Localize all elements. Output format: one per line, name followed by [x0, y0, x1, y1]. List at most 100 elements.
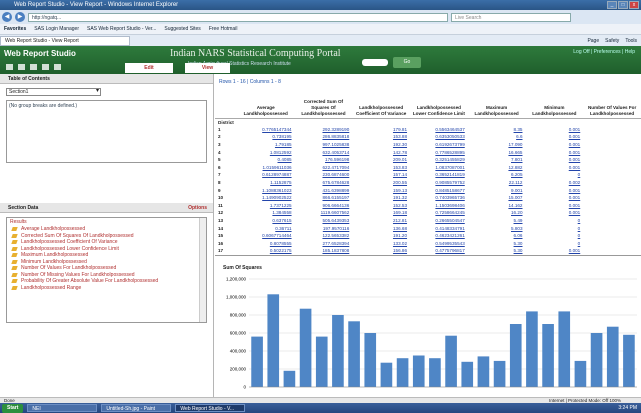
table-cell[interactable]: 1.0812592: [237, 148, 295, 156]
table-cell[interactable]: 1.1088361023: [237, 186, 295, 194]
bar-9[interactable]: [380, 362, 393, 387]
table-cell[interactable]: 0.7786528895: [410, 148, 468, 156]
table-cell[interactable]: 7.801: [468, 156, 526, 164]
bar-5[interactable]: [315, 336, 328, 387]
table-cell[interactable]: 0.001: [526, 247, 584, 255]
table-cell[interactable]: 0.001: [526, 148, 584, 156]
table-cell[interactable]: 0.001: [526, 141, 584, 149]
table-cell[interactable]: 0: [526, 171, 584, 179]
bar-4[interactable]: [299, 308, 312, 387]
taskbar-item[interactable]: Untitled-Sh.jpg - Paint: [101, 404, 172, 412]
table-cell[interactable]: 5.803: [468, 224, 526, 232]
column-header[interactable]: Landkholpossessed Lower Confidence Limit: [410, 90, 468, 119]
table-cell[interactable]: 122.5653382: [295, 232, 353, 240]
table-cell[interactable]: 0.3652141819: [410, 171, 468, 179]
column-header[interactable]: Minimum Landkholpossessed: [525, 90, 584, 119]
table-cell[interactable]: 0.001: [526, 133, 584, 141]
back-arrow-icon[interactable]: ◀: [2, 12, 12, 22]
table-cell[interactable]: 17.090: [468, 141, 526, 149]
table-cell[interactable]: 6.06: [468, 232, 526, 240]
forward-arrow-icon[interactable]: ▶: [15, 12, 25, 22]
bar-20[interactable]: [558, 311, 571, 387]
table-cell[interactable]: 176.596198: [295, 156, 353, 164]
table-cell[interactable]: 632.4053714: [295, 148, 353, 156]
table-cell[interactable]: 1.1503698406: [410, 202, 468, 210]
table-cell[interactable]: 0.001: [526, 126, 584, 134]
table-cell[interactable]: 906.6664136: [295, 202, 353, 210]
bar-2[interactable]: [267, 294, 280, 387]
table-cell[interactable]: 142.78: [352, 148, 410, 156]
bar-1[interactable]: [251, 336, 263, 387]
table-cell[interactable]: 1.384558: [237, 209, 295, 217]
table-cell[interactable]: 1.1490902522: [237, 194, 295, 202]
table-cell[interactable]: 156.86: [352, 247, 410, 255]
table-cell[interactable]: 179.81: [352, 126, 410, 134]
table-cell[interactable]: 0.738195: [237, 133, 295, 141]
table-cell[interactable]: 622.4717094: [295, 164, 353, 172]
table-cell[interactable]: 0.9085579752: [410, 179, 468, 187]
save-icon[interactable]: [18, 64, 25, 70]
table-cell[interactable]: 0.36711: [237, 224, 295, 232]
table-cell[interactable]: 0: [526, 240, 584, 248]
section-data-header[interactable]: Section Data Options: [0, 203, 213, 213]
table-cell[interactable]: 197.9570116: [295, 224, 353, 232]
table-cell[interactable]: 0.7258664245: [410, 209, 468, 217]
table-cell[interactable]: 0.8485158677: [410, 186, 468, 194]
table-cell[interactable]: 16.665: [468, 148, 526, 156]
table-cell[interactable]: 286.8835818: [295, 133, 353, 141]
table-cell[interactable]: 159.81: [352, 255, 410, 256]
table-cell[interactable]: 0.7765147344: [237, 126, 295, 134]
pager-links[interactable]: Rows 1 - 16 | Columns 1 - 8: [215, 74, 641, 90]
bar-22[interactable]: [590, 333, 603, 387]
close-button[interactable]: x: [629, 1, 639, 9]
column-header[interactable]: [215, 90, 237, 119]
table-cell[interactable]: 133.02: [352, 240, 410, 248]
safety-menu[interactable]: Safety: [605, 38, 619, 44]
table-cell[interactable]: 0: [526, 217, 584, 225]
table-cell[interactable]: 0.001: [526, 156, 584, 164]
table-cell[interactable]: 16.20: [468, 209, 526, 217]
bar-21[interactable]: [574, 360, 587, 387]
bar-23[interactable]: [606, 326, 619, 387]
table-cell[interactable]: 0.002: [526, 179, 584, 187]
table-cell[interactable]: 0.001: [526, 209, 584, 217]
table-cell[interactable]: 866.6155197: [295, 194, 353, 202]
favorites-button[interactable]: Favorites: [4, 26, 26, 32]
bar-16[interactable]: [493, 360, 506, 387]
table-cell[interactable]: 153.88: [352, 133, 410, 141]
favorite-link[interactable]: Free Hotmail: [209, 26, 238, 32]
bar-24[interactable]: [623, 334, 635, 387]
table-cell[interactable]: 0.5563464537: [410, 126, 468, 134]
column-header[interactable]: Corrected Sum Of Squares Of Landkholposs…: [294, 90, 353, 119]
options-menu[interactable]: Options: [188, 203, 207, 213]
bar-13[interactable]: [445, 335, 457, 387]
table-cell[interactable]: 136.68: [352, 224, 410, 232]
table-cell[interactable]: 192.30: [352, 141, 410, 149]
start-button[interactable]: Start: [2, 403, 24, 413]
table-cell[interactable]: 236.2418880: [295, 255, 353, 256]
bar-14[interactable]: [461, 361, 474, 387]
table-cell[interactable]: 1.1152875: [237, 179, 295, 187]
table-cell[interactable]: 9.001: [468, 186, 526, 194]
table-cell[interactable]: 5.49: [468, 217, 526, 225]
table-cell[interactable]: 277.6528394: [295, 240, 353, 248]
list-scrollbar[interactable]: [199, 218, 206, 322]
minimize-button[interactable]: _: [607, 1, 617, 9]
home-icon[interactable]: [6, 64, 13, 70]
table-cell[interactable]: 0.001: [526, 164, 584, 172]
table-cell[interactable]: 0.6426: [237, 255, 295, 256]
toc-section-select[interactable]: Section1: [6, 88, 101, 96]
table-cell[interactable]: 0.5499535543: [410, 240, 468, 248]
table-cell[interactable]: 0.001: [526, 202, 584, 210]
table-cell[interactable]: 0.7403965736: [410, 194, 468, 202]
table-cell[interactable]: 0.2665504547: [410, 217, 468, 225]
table-cell[interactable]: 0: [526, 224, 584, 232]
table-cell[interactable]: 0.4639051591: [410, 255, 468, 256]
table-cell[interactable]: 0.5022175: [237, 247, 295, 255]
table-cell[interactable]: 1.7371225: [237, 202, 295, 210]
bar-17[interactable]: [509, 324, 522, 387]
favorite-link[interactable]: SAS Login Manager: [34, 26, 79, 32]
column-header[interactable]: Maximum Landkholpossessed: [467, 90, 526, 119]
table-cell[interactable]: 0.6128974887: [237, 171, 295, 179]
table-cell[interactable]: 0.3251455829: [410, 156, 468, 164]
